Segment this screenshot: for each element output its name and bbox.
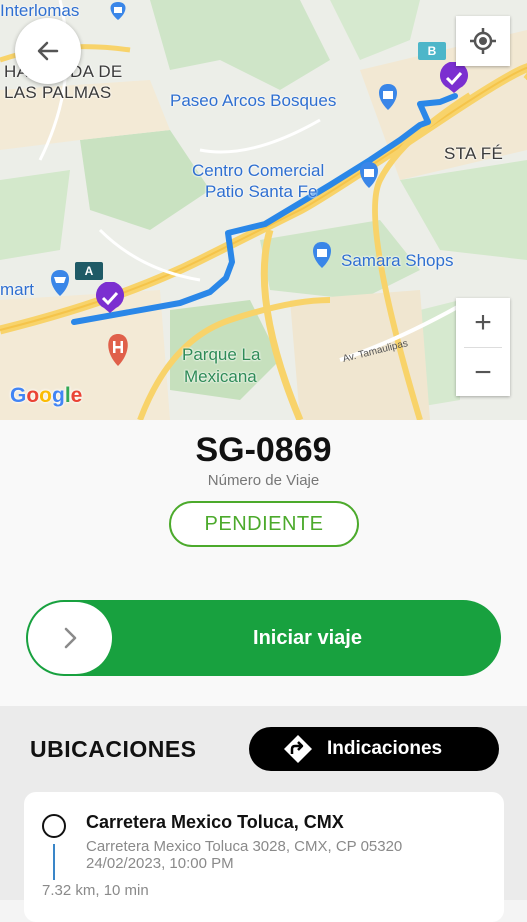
map-label-mart: mart [0, 280, 34, 299]
location-marker-icon [42, 814, 66, 838]
location-card[interactable]: Carretera Mexico Toluca, CMX Carretera M… [24, 792, 504, 922]
shopping-icon [360, 162, 378, 188]
cart-icon [51, 270, 69, 296]
trip-panel: SG-0869 Número de Viaje PENDIENTE Inicia… [0, 420, 527, 706]
route-connector [53, 844, 55, 880]
map-label-centro-1: Centro Comercial [192, 161, 325, 180]
slider-knob[interactable] [28, 602, 112, 674]
map-label-santafe: STA FÉ [444, 144, 504, 163]
start-trip-label: Iniciar viaje [253, 626, 362, 649]
marker-a-badge: A [75, 262, 103, 280]
hospital-icon [108, 334, 128, 366]
location-street: Carretera Mexico Toluca 3028, CMX, CP 05… [86, 838, 403, 855]
location-datetime: 24/02/2023, 10:00 PM [86, 855, 234, 872]
status-badge: PENDIENTE [169, 501, 359, 547]
arrow-left-icon [37, 41, 59, 61]
chevron-right-icon [64, 627, 77, 649]
locations-section: UBICACIONES Indicaciones Carretera Mexic… [0, 706, 527, 922]
map-label-paseo: Paseo Arcos Bosques [170, 91, 337, 110]
directions-button[interactable]: Indicaciones [249, 727, 499, 771]
google-logo: Google [10, 384, 83, 407]
origin-check-icon[interactable] [94, 282, 126, 314]
crosshair-icon [470, 28, 496, 54]
location-distance: 7.32 km, 10 min [42, 882, 149, 899]
zoom-out-button[interactable]: − [456, 348, 510, 397]
shopping-icon [110, 2, 126, 20]
map-view[interactable]: Interlomas HACIENDA DE LAS PALMAS Paseo … [0, 0, 527, 420]
trip-number: SG-0869 [195, 431, 332, 469]
directions-label: Indicaciones [327, 738, 443, 759]
start-trip-slider[interactable]: Iniciar viaje [26, 600, 501, 676]
my-location-button[interactable] [456, 16, 510, 66]
shopping-icon [379, 84, 397, 110]
location-address: Carretera Mexico Toluca 3028, CMX, CP 05… [86, 838, 402, 872]
destination-check-icon[interactable] [438, 62, 470, 94]
map-label-centro-2: Patio Santa Fe [205, 182, 318, 201]
zoom-control: + − [456, 298, 510, 396]
back-button[interactable] [15, 18, 81, 84]
map-label-parque-2: Mexicana [184, 367, 257, 386]
shopping-icon [313, 242, 331, 268]
marker-b-badge: B [418, 42, 446, 60]
directions-icon [284, 735, 312, 763]
location-name: Carretera Mexico Toluca, CMX [86, 812, 344, 832]
zoom-in-button[interactable]: + [456, 298, 510, 347]
map-label-parque-1: Parque La [182, 345, 261, 364]
map-label-palmas: LAS PALMAS [4, 83, 112, 102]
locations-title: UBICACIONES [30, 736, 197, 762]
trip-number-label: Número de Viaje [207, 472, 320, 489]
map-label-samara: Samara Shops [341, 251, 454, 270]
